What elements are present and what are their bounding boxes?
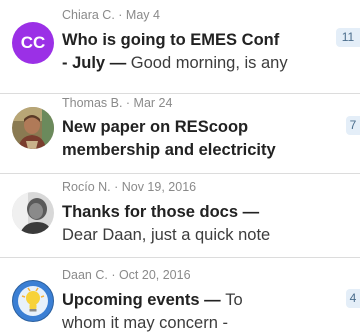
thread-separator: — <box>238 203 260 221</box>
reply-count-badge: 11 <box>336 28 360 47</box>
thread-subject: New paper on REScoop <box>62 118 249 136</box>
lightbulb-icon <box>18 286 48 316</box>
thread-preview: Good morning, is any <box>130 54 288 72</box>
avatar <box>12 280 54 322</box>
thread-list: CC Chiara C. · May 4 Who is going to EME… <box>0 0 360 332</box>
thread-title[interactable]: Thanks for those docs — Dear Daan, just … <box>62 201 334 247</box>
thread-author-date: Chiara C. · May 4 <box>62 8 160 22</box>
thread-preview: To <box>225 291 243 309</box>
thread-row[interactable]: CC Chiara C. · May 4 Who is going to EME… <box>0 0 360 94</box>
avatar-initials: CC <box>20 33 46 52</box>
thread-author-date: Rocío N. · Nov 19, 2016 <box>62 180 197 194</box>
thread-preview-cont: whom it may concern - <box>62 314 228 332</box>
user-photo-icon <box>12 107 54 149</box>
avatar: CC <box>12 22 54 64</box>
thread-subject-cont: - July <box>62 54 106 72</box>
thread-subject: Who is going to EMES Conf <box>62 31 280 49</box>
thread-author-date: Daan C. · Oct 20, 2016 <box>62 268 191 282</box>
reply-count-badge: 4 <box>346 289 360 308</box>
thread-title[interactable]: New paper on REScoop membership and elec… <box>62 116 334 162</box>
thread-row[interactable]: Rocío N. · Nov 19, 2016 Thanks for those… <box>0 174 360 258</box>
thread-subject: Upcoming events <box>62 291 200 309</box>
user-photo-icon <box>12 192 54 234</box>
reply-count-badge: 7 <box>346 116 360 135</box>
thread-separator: — <box>199 291 226 309</box>
thread-row[interactable]: Thomas B. · Mar 24 New paper on REScoop … <box>0 94 360 174</box>
thread-row[interactable]: Daan C. · Oct 20, 2016 Upcoming events —… <box>0 258 360 332</box>
avatar <box>12 107 54 149</box>
thread-title[interactable]: Who is going to EMES Conf - July — Good … <box>62 29 334 75</box>
avatar <box>12 192 54 234</box>
thread-subject-cont: membership and electricity <box>62 141 276 159</box>
thread-preview: Dear Daan, just a quick note <box>62 226 271 244</box>
thread-title[interactable]: Upcoming events — To whom it may concern… <box>62 289 334 335</box>
thread-subject: Thanks for those docs <box>62 203 239 221</box>
thread-separator: — <box>105 54 131 72</box>
thread-author-date: Thomas B. · Mar 24 <box>62 96 173 110</box>
